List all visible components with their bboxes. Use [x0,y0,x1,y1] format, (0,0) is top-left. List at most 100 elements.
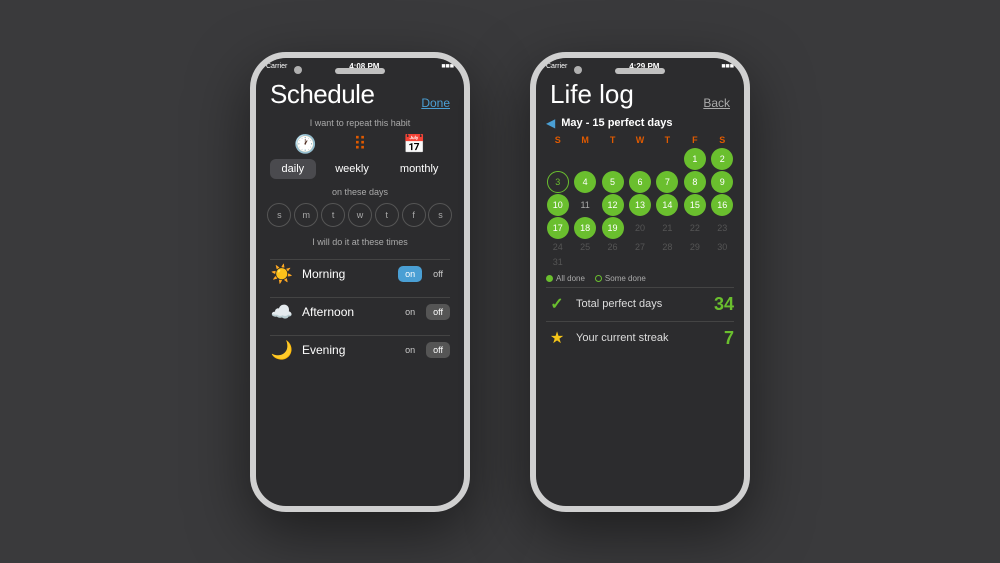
cal-cell-19[interactable]: 19 [602,217,624,239]
afternoon-icon: ☁️ [270,302,294,323]
cal-cell-30[interactable]: 30 [709,240,736,254]
cal-cell-12[interactable]: 12 [602,194,624,216]
day-s1[interactable]: s [267,203,291,227]
back-button[interactable]: Back [703,96,730,110]
battery-label-2: ■■■ [721,63,734,70]
cal-cell-8[interactable]: 8 [684,171,706,193]
day-f[interactable]: f [402,203,426,227]
month-label: May - 15 perfect days [561,117,672,129]
evening-on[interactable]: on [398,342,422,358]
days-row: s m t w t f s [256,203,464,227]
cal-cell-31[interactable]: 31 [544,255,571,269]
legend-some-done-label: Some done [605,274,646,283]
stat-row-total: ✓ Total perfect days 34 [536,288,744,321]
lifelog-header: Life log Back [536,73,744,114]
cal-cell-7[interactable]: 7 [656,171,678,193]
cal-week-4: 17 18 19 20 21 22 23 [544,217,736,239]
schedule-phone: Carrier 4:08 PM ■■■ Schedule Done I want… [250,52,470,512]
legend: All done Some done [536,270,744,287]
lifelog-title: Life log [550,79,634,110]
cal-cell-4[interactable]: 4 [574,171,596,193]
cal-cell-11[interactable]: 11 [571,194,598,216]
cal-cell[interactable] [626,148,653,170]
month-nav: ◀ May - 15 perfect days [536,114,744,134]
cal-cell-3[interactable]: 3 [547,171,569,193]
carrier-label: Carrier [266,63,287,70]
cal-cell-29[interactable]: 29 [681,240,708,254]
legend-some-done: Some done [595,274,646,283]
cal-cell-21[interactable]: 21 [654,217,681,239]
daily-button[interactable]: daily [270,159,317,179]
monthly-button[interactable]: monthly [388,159,451,179]
total-days-label: Total perfect days [576,298,706,310]
cal-cell-24[interactable]: 24 [544,240,571,254]
afternoon-on[interactable]: on [398,304,422,320]
legend-all-done-label: All done [556,274,585,283]
streak-value: 7 [724,328,734,349]
prev-month-button[interactable]: ◀ [546,116,555,130]
dow-t: T [599,134,626,146]
cal-cell-1[interactable]: 1 [684,148,706,170]
cal-cell-28[interactable]: 28 [654,240,681,254]
weekly-button[interactable]: weekly [323,159,381,179]
schedule-header: Schedule Done [256,73,464,114]
cal-cell-6[interactable]: 6 [629,171,651,193]
monthly-icon: 📅 [403,134,425,155]
cal-cell-5[interactable]: 5 [602,171,624,193]
cal-cell-25[interactable]: 25 [571,240,598,254]
cal-cell-20[interactable]: 20 [626,217,653,239]
daily-icon: 🕐 [294,134,316,155]
cal-cell[interactable] [654,148,681,170]
divider-1 [270,259,450,260]
legend-dot-outline [595,275,602,282]
afternoon-toggle: on off [398,304,450,320]
cal-cell-9[interactable]: 9 [711,171,733,193]
cal-cell-23[interactable]: 23 [709,217,736,239]
dow-th: T [654,134,681,146]
evening-row: 🌙 Evening on off [256,340,464,361]
cal-cell-14[interactable]: 14 [656,194,678,216]
time-label-2: 4:29 PM [629,62,659,71]
cal-week-2: 3 4 5 6 7 8 9 [544,171,736,193]
schedule-title: Schedule [270,79,374,110]
done-button[interactable]: Done [421,96,450,110]
afternoon-off[interactable]: off [426,304,450,320]
cal-cell-10[interactable]: 10 [547,194,569,216]
day-s2[interactable]: s [428,203,452,227]
dow-sa: S [709,134,736,146]
day-t2[interactable]: t [375,203,399,227]
cal-cell-15[interactable]: 15 [684,194,706,216]
star-icon: ★ [546,328,568,348]
evening-toggle: on off [398,342,450,358]
cal-cell-16[interactable]: 16 [711,194,733,216]
evening-icon: 🌙 [270,340,294,361]
calendar: S M T W T F S 1 2 3 4 5 [536,134,744,270]
divider-3 [270,335,450,336]
cal-cell-26[interactable]: 26 [599,240,626,254]
freq-buttons: daily weekly monthly [256,159,464,179]
cal-cell[interactable] [544,148,571,170]
cal-cell[interactable] [571,148,598,170]
cal-cell-27[interactable]: 27 [626,240,653,254]
dow-w: W [626,134,653,146]
cal-cell-22[interactable]: 22 [681,217,708,239]
day-t1[interactable]: t [321,203,345,227]
morning-off[interactable]: off [426,266,450,282]
freq-icons: 🕐 ⠿ 📅 [256,134,464,155]
weekly-icon: ⠿ [353,134,366,155]
cal-week-3: 10 11 12 13 14 15 16 [544,194,736,216]
cal-week-1: 1 2 [544,148,736,170]
cal-cell-17[interactable]: 17 [547,217,569,239]
dow-f: F [681,134,708,146]
evening-off[interactable]: off [426,342,450,358]
cal-cell[interactable] [599,148,626,170]
divider-2 [270,297,450,298]
cal-cell-18[interactable]: 18 [574,217,596,239]
cal-cell-13[interactable]: 13 [629,194,651,216]
cal-cell-2[interactable]: 2 [711,148,733,170]
morning-on[interactable]: on [398,266,422,282]
carrier-label-2: Carrier [546,63,567,70]
day-m[interactable]: m [294,203,318,227]
dow-s: S [544,134,571,146]
day-w[interactable]: w [348,203,372,227]
